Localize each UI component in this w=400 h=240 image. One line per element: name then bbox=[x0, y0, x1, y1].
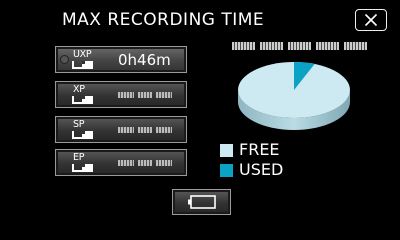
mode-label: SP bbox=[73, 119, 85, 130]
mode-button-uxp[interactable]: UXP 0h46m bbox=[55, 46, 187, 73]
legend-free-swatch bbox=[220, 143, 233, 157]
page-title: MAX RECORDING TIME bbox=[62, 10, 265, 30]
legend-used-swatch bbox=[220, 163, 233, 177]
mode-label: UXP bbox=[73, 49, 92, 60]
close-x-icon bbox=[364, 13, 378, 27]
obscured-total-remaining bbox=[232, 42, 367, 50]
sd-card-icon: SP bbox=[72, 120, 94, 139]
legend-free: FREE bbox=[220, 142, 280, 158]
mode-button-xp[interactable]: XP bbox=[55, 81, 187, 108]
battery-icon bbox=[187, 195, 216, 209]
sd-card-icon: XP bbox=[72, 85, 94, 104]
selected-indicator-icon bbox=[60, 55, 69, 64]
mode-label: XP bbox=[73, 84, 85, 95]
usage-pie-chart bbox=[238, 62, 350, 130]
mode-button-ep[interactable]: EP bbox=[55, 149, 187, 176]
legend-free-label: FREE bbox=[239, 140, 280, 159]
battery-button[interactable] bbox=[172, 189, 231, 215]
mode-button-sp[interactable]: SP bbox=[55, 116, 187, 143]
close-button[interactable] bbox=[355, 9, 387, 31]
obscured-remaining-time bbox=[118, 92, 172, 98]
legend-used: USED bbox=[220, 162, 283, 178]
mode-remaining-time: 0h46m bbox=[118, 51, 171, 69]
obscured-remaining-time bbox=[118, 127, 172, 133]
sd-card-icon: EP bbox=[72, 153, 94, 172]
obscured-remaining-time bbox=[118, 160, 172, 166]
sd-card-icon: UXP bbox=[72, 50, 94, 69]
mode-label: EP bbox=[73, 152, 85, 163]
legend-used-label: USED bbox=[239, 160, 284, 179]
